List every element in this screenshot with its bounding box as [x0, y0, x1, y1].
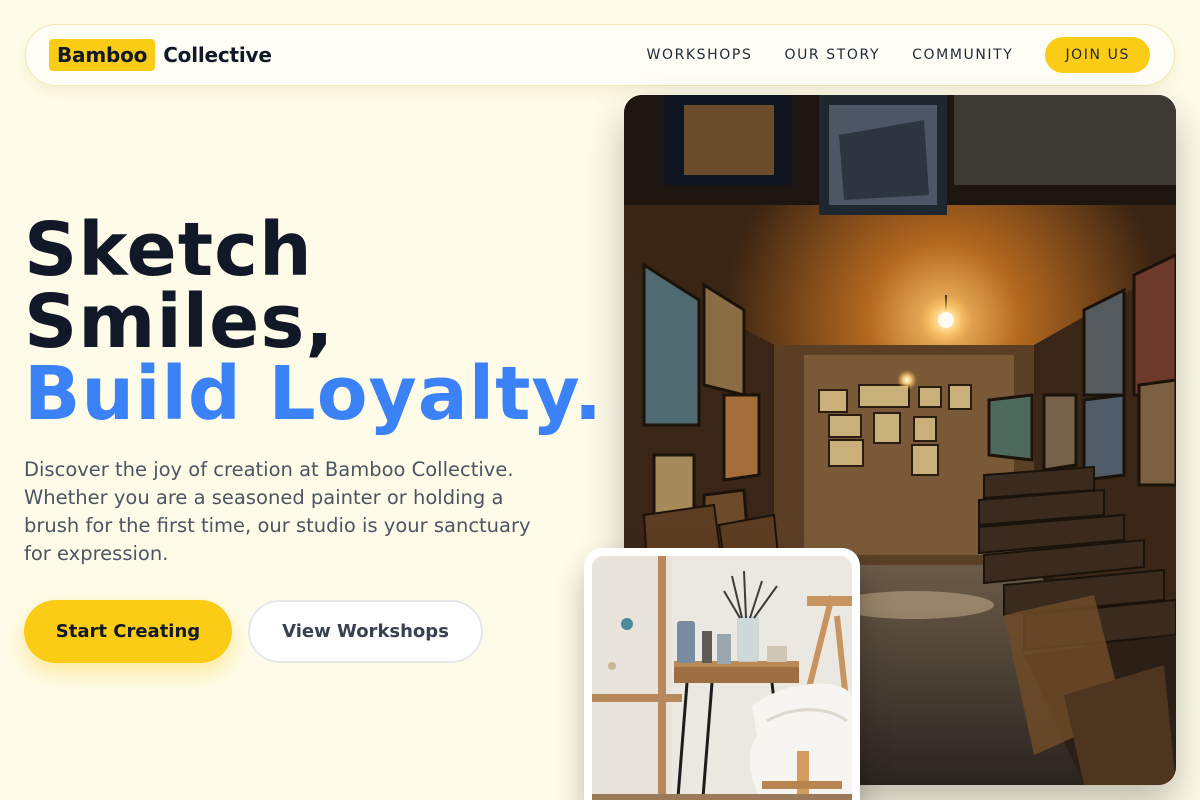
headline-accent: Build Loyalty. — [24, 351, 604, 437]
join-us-button[interactable]: JOIN US — [1045, 37, 1150, 73]
hero-headline: Sketch Smiles, Build Loyalty. — [24, 213, 603, 431]
brand-logo[interactable]: Bamboo Collective — [49, 39, 272, 71]
studio-illustration — [592, 556, 852, 800]
hero-description: Discover the joy of creation at Bamboo C… — [24, 458, 531, 565]
studio-inset-card — [584, 548, 860, 800]
landing-page: Bamboo Collective WORKSHOPS OUR STORY CO… — [0, 0, 1200, 800]
view-workshops-button[interactable]: View Workshops — [248, 600, 483, 663]
nav-links: WORKSHOPS OUR STORY COMMUNITY JOIN US — [615, 37, 1150, 73]
top-navbar: Bamboo Collective WORKSHOPS OUR STORY CO… — [25, 24, 1175, 86]
studio-desk-photo — [592, 556, 852, 800]
logo-text: Collective — [163, 43, 272, 67]
start-creating-button[interactable]: Start Creating — [24, 600, 232, 663]
nav-link-our-story[interactable]: OUR STORY — [784, 47, 880, 63]
logo-mark: Bamboo — [49, 39, 156, 71]
nav-link-workshops[interactable]: WORKSHOPS — [647, 47, 753, 63]
nav-link-community[interactable]: COMMUNITY — [912, 47, 1013, 63]
